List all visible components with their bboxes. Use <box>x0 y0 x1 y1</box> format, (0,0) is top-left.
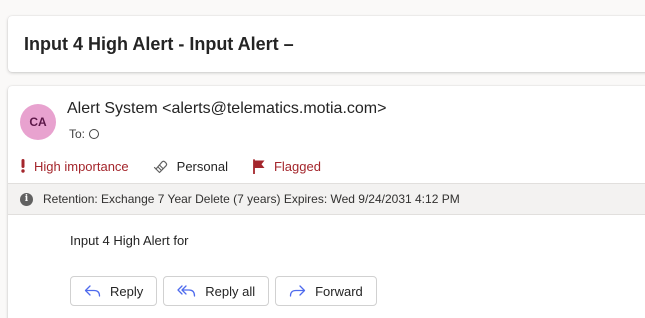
forward-icon <box>289 285 306 297</box>
reply-all-label: Reply all <box>205 283 256 299</box>
retention-banner: i Retention: Exchange 7 Year Delete (7 y… <box>8 183 645 215</box>
exclamation-icon <box>21 159 25 173</box>
sender-avatar[interactable]: CA <box>20 104 56 140</box>
forward-label: Forward <box>315 283 363 299</box>
sensitivity-indicator: Personal <box>153 159 228 174</box>
handshake-icon <box>153 160 167 173</box>
flag-icon <box>253 158 265 174</box>
recipients-line: To: <box>69 127 100 141</box>
importance-label: High importance <box>34 158 129 174</box>
message-body: Input 4 High Alert for <box>70 233 189 248</box>
flagged-label: Flagged <box>273 158 321 174</box>
flag-status[interactable]: Flagged <box>252 159 321 174</box>
subject-header: Input 4 High Alert - Input Alert – <box>8 16 645 72</box>
reply-all-icon <box>177 285 196 297</box>
reply-all-button[interactable]: Reply all <box>163 276 270 306</box>
response-actions: Reply Reply all Forward <box>70 276 377 306</box>
recipient-presence-icon[interactable] <box>89 129 100 139</box>
reply-button[interactable]: Reply <box>70 276 158 306</box>
message-flags: High importance Personal Flagged <box>20 156 345 176</box>
reply-icon <box>84 285 101 297</box>
retention-text: Retention: Exchange 7 Year Delete (7 yea… <box>43 192 460 206</box>
importance-indicator: High importance <box>20 159 129 174</box>
forward-button[interactable]: Forward <box>275 276 377 306</box>
to-label: To: <box>69 127 86 141</box>
message-card: CA Alert System <alerts@telematics.motia… <box>8 86 645 318</box>
message-subject: Input 4 High Alert - Input Alert – <box>24 34 294 54</box>
info-icon: i <box>20 192 33 206</box>
reading-pane: Input 4 High Alert - Input Alert – CA Al… <box>0 0 645 318</box>
sender-name[interactable]: Alert System <alerts@telematics.motia.co… <box>67 100 386 118</box>
sensitivity-label: Personal <box>176 158 228 174</box>
reply-label: Reply <box>110 283 144 299</box>
